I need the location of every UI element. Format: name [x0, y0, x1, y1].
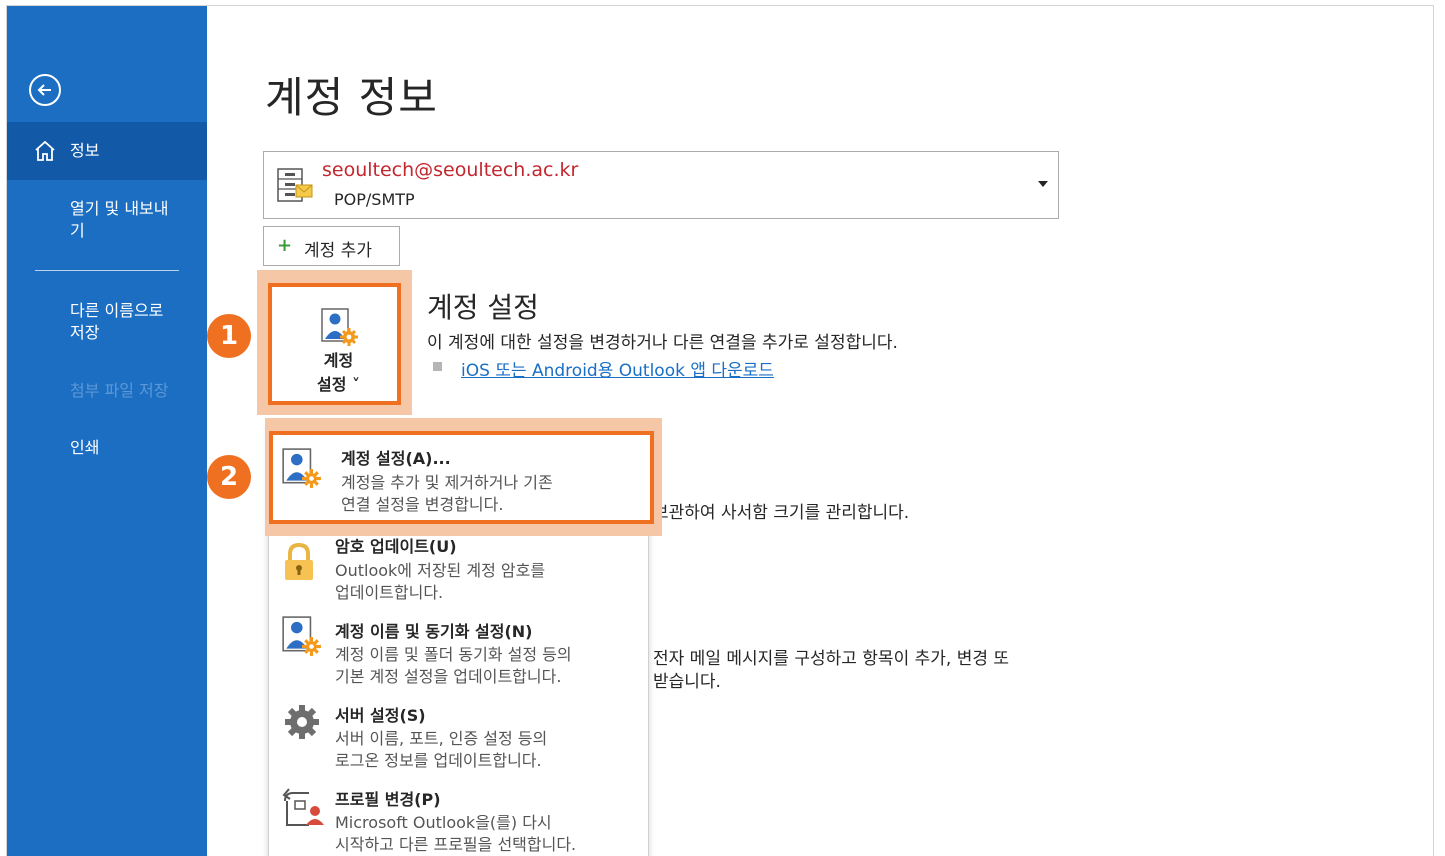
rules-alerts-desc-2: 받습니다.	[653, 672, 721, 692]
menu-item-title: 계정 이름 및 동기화 설정(N)	[335, 622, 533, 641]
menu-item-account-settings[interactable]: 계정 설정(A)... 계정을 추가 및 제거하거나 기존 연결 설정을 변경합…	[269, 431, 654, 524]
menu-item-title: 암호 업데이트(U)	[335, 537, 457, 556]
account-type: POP/SMTP	[334, 190, 415, 209]
menu-item-desc: 연결 설정을 변경합니다.	[341, 495, 504, 514]
section-title: 계정 설정	[427, 291, 539, 324]
menu-item-desc: 계정을 추가 및 제거하거나 기존	[341, 473, 553, 492]
home-icon	[35, 140, 55, 161]
sidebar-item-print[interactable]: 인쇄	[70, 437, 99, 459]
menu-item-desc: 계정 이름 및 폴더 동기화 설정 등의	[335, 645, 572, 664]
profile-switch-icon	[282, 788, 324, 826]
plus-icon: +	[277, 235, 293, 256]
bullet-icon	[433, 362, 442, 371]
step-badge-2: 2	[207, 455, 251, 499]
menu-item-desc: 시작하고 다른 프로필을 선택합니다.	[335, 835, 577, 854]
section-description: 이 계정에 대한 설정을 변경하거나 다른 연결을 추가로 설정합니다.	[427, 333, 898, 353]
menu-item-desc: Microsoft Outlook을(를) 다시	[335, 813, 552, 832]
sidebar-item-save-attachments: 첨부 파일 저장	[70, 381, 169, 400]
account-email: seoultech@seoultech.ac.kr	[322, 159, 579, 181]
menu-item-title: 프로필 변경(P)	[335, 790, 441, 809]
account-settings-label-2: 설정 ˅	[316, 375, 360, 394]
backstage-sidebar: 정보 열기 및 내보내 기 다른 이름으로 저장 첨부 파일 저장 인쇄	[7, 6, 207, 856]
menu-item-desc: Outlook에 저장된 계정 암호를	[335, 561, 546, 580]
lock-icon	[285, 542, 313, 580]
back-arrow-icon	[37, 84, 51, 96]
outlook-backstage-window: 정보 열기 및 내보내 기 다른 이름으로 저장 첨부 파일 저장 인쇄 계정 …	[6, 5, 1434, 856]
mobile-app-download-link[interactable]: iOS 또는 Android용 Outlook 앱 다운로드	[461, 356, 774, 381]
mailbox-cleanup-desc: 보관하여 사서함 크기를 관리합니다.	[653, 503, 910, 523]
sidebar-divider	[35, 270, 179, 271]
add-account-button[interactable]: + 계정 추가	[263, 226, 400, 266]
account-settings-button[interactable]: 계정 설정 ˅	[268, 283, 401, 405]
menu-item-desc: 기본 계정 설정을 업데이트합니다.	[335, 667, 562, 686]
account-settings-icon	[282, 448, 321, 488]
sidebar-item-label-info[interactable]: 정보	[70, 140, 99, 162]
step-badge-1: 1	[207, 314, 251, 358]
back-button[interactable]	[29, 74, 61, 106]
account-selector[interactable]: seoultech@seoultech.ac.kr POP/SMTP	[263, 151, 1059, 219]
menu-item-title: 계정 설정(A)...	[341, 449, 451, 468]
account-settings-icon	[321, 308, 358, 346]
menu-item-desc: 업데이트합니다.	[335, 583, 444, 602]
rules-alerts-desc: 전자 메일 메시지를 구성하고 항목이 추가, 변경 또	[653, 649, 1010, 669]
sidebar-item-open-export[interactable]: 열기 및 내보내 기	[70, 198, 169, 242]
add-account-label: 계정 추가	[304, 241, 372, 261]
account-sync-icon	[282, 616, 321, 656]
account-settings-label-1: 계정	[323, 351, 354, 370]
menu-item-desc: 서버 이름, 포트, 인증 설정 등의	[335, 729, 548, 748]
sidebar-item-save-as[interactable]: 다른 이름으로 저장	[70, 300, 163, 344]
email-account-icon	[277, 168, 313, 202]
chevron-down-icon[interactable]	[1038, 181, 1048, 187]
gear-icon	[285, 705, 319, 739]
page-title: 계정 정보	[265, 73, 438, 122]
menu-item-title: 서버 설정(S)	[335, 706, 426, 725]
menu-item-desc: 로그온 정보를 업데이트합니다.	[335, 751, 542, 770]
